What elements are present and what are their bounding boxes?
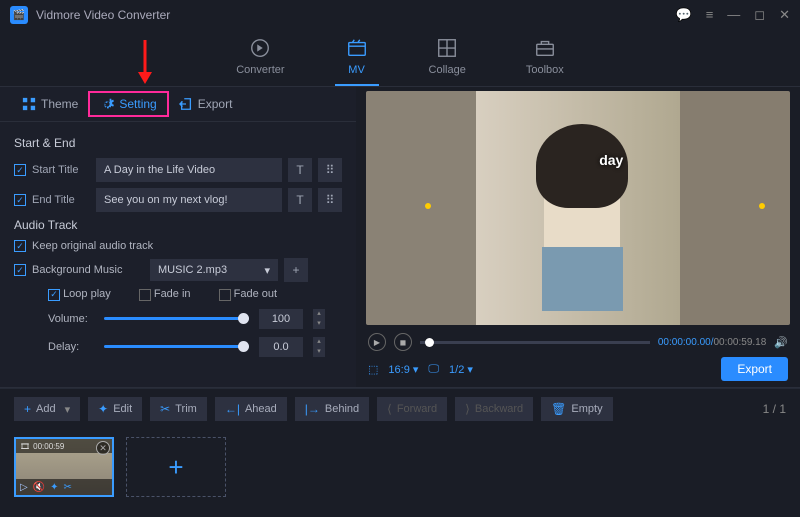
stop-button[interactable]: ◼ bbox=[394, 333, 412, 351]
start-title-checkbox[interactable]: ✓ bbox=[14, 164, 26, 176]
preview-panel: day ▶ ◼ 00:00:00.00/00:00:59.18 🔊 ⬚ 16:9… bbox=[356, 87, 800, 387]
delay-slider[interactable] bbox=[104, 345, 249, 348]
backward-button[interactable]: ⟩Backward bbox=[455, 397, 533, 421]
end-title-input[interactable] bbox=[96, 188, 282, 212]
theme-icon bbox=[22, 97, 36, 111]
tab-collage[interactable]: Collage bbox=[419, 36, 476, 86]
behind-icon: |→ bbox=[305, 402, 320, 416]
volume-up[interactable]: ▴ bbox=[313, 309, 325, 319]
export-button[interactable]: Export bbox=[721, 357, 788, 381]
volume-label: Volume: bbox=[48, 313, 94, 325]
clip-mute-icon[interactable]: 🔇 bbox=[33, 482, 45, 493]
delay-value[interactable]: 0.0 bbox=[259, 337, 303, 357]
expand-button-2[interactable]: ⠿ bbox=[318, 188, 342, 212]
add-button[interactable]: +Add▾ bbox=[14, 397, 80, 421]
expand-button[interactable]: ⠿ bbox=[318, 158, 342, 182]
main-tabs: Converter MV Collage Toolbox bbox=[0, 30, 800, 86]
app-title: Vidmore Video Converter bbox=[36, 8, 676, 22]
delay-down[interactable]: ▾ bbox=[313, 347, 325, 357]
plus-icon: + bbox=[24, 402, 31, 416]
collage-icon bbox=[435, 36, 459, 60]
font-button-2[interactable]: T bbox=[288, 188, 312, 212]
page-indicator: 1 / 1 bbox=[763, 402, 786, 416]
add-music-button[interactable]: + bbox=[284, 258, 308, 282]
clip-play-icon[interactable]: ▷ bbox=[20, 482, 28, 493]
wand-icon: ✦ bbox=[98, 402, 108, 416]
empty-button[interactable]: 🗑Empty bbox=[541, 397, 612, 421]
gear-icon bbox=[100, 97, 114, 111]
display-icon: 🖵 bbox=[428, 363, 439, 376]
subtab-setting[interactable]: Setting bbox=[88, 91, 168, 117]
fadein-checkbox[interactable]: ✓ bbox=[139, 289, 151, 301]
bgmusic-checkbox[interactable]: ✓ bbox=[14, 264, 26, 276]
tab-mv[interactable]: MV bbox=[335, 36, 379, 86]
toolbar: +Add▾ ✦Edit ✂Trim ←|Ahead |→Behind ⟨Forw… bbox=[0, 388, 800, 429]
aspect-icon: ⬚ bbox=[368, 363, 378, 376]
maximize-icon[interactable]: ◻ bbox=[754, 7, 765, 23]
trash-icon: 🗑 bbox=[551, 402, 566, 416]
preview-video[interactable]: day bbox=[366, 91, 790, 325]
zoom-select[interactable]: 1/2 ▾ bbox=[449, 363, 473, 376]
clip-thumbnail[interactable]: 🎞00:00:59 ✕ ▷ 🔇 ✦ ✂ bbox=[14, 437, 114, 497]
start-title-input[interactable] bbox=[96, 158, 282, 182]
subtab-export[interactable]: Export bbox=[169, 93, 243, 115]
overlay-text: day bbox=[599, 152, 623, 168]
clip-star-icon[interactable]: ✦ bbox=[50, 482, 58, 493]
fadeout-checkbox[interactable]: ✓ bbox=[219, 289, 231, 301]
tab-toolbox[interactable]: Toolbox bbox=[516, 36, 574, 86]
progress-bar[interactable] bbox=[420, 341, 650, 344]
menu-icon[interactable]: ≡ bbox=[706, 7, 714, 23]
trim-button[interactable]: ✂Trim bbox=[150, 397, 207, 421]
ahead-icon: ←| bbox=[225, 402, 240, 416]
end-title-label: End Title bbox=[32, 194, 90, 206]
add-clip-button[interactable]: + bbox=[126, 437, 226, 497]
loop-checkbox[interactable]: ✓ bbox=[48, 289, 60, 301]
export-icon bbox=[179, 97, 193, 111]
section-audio: Audio Track bbox=[14, 218, 342, 232]
scissors-icon: ✂ bbox=[160, 402, 170, 416]
mv-icon bbox=[345, 36, 369, 60]
play-button[interactable]: ▶ bbox=[368, 333, 386, 351]
toolbox-icon bbox=[533, 36, 557, 60]
converter-icon bbox=[248, 36, 272, 60]
backward-icon: ⟩ bbox=[465, 402, 470, 416]
bgmusic-select[interactable]: MUSIC 2.mp3 ▾ bbox=[150, 259, 278, 281]
volume-value[interactable]: 100 bbox=[259, 309, 303, 329]
aspect-select[interactable]: 16:9 ▾ bbox=[388, 363, 418, 376]
subtab-theme[interactable]: Theme bbox=[12, 93, 88, 115]
start-title-label: Start Title bbox=[32, 164, 90, 176]
bgmusic-label: Background Music bbox=[32, 264, 144, 276]
keep-audio-label: Keep original audio track bbox=[32, 240, 153, 252]
font-button[interactable]: T bbox=[288, 158, 312, 182]
clip-remove-button[interactable]: ✕ bbox=[96, 441, 110, 455]
delay-up[interactable]: ▴ bbox=[313, 337, 325, 347]
clip-trim-icon[interactable]: ✂ bbox=[64, 482, 72, 493]
chevron-down-icon: ▾ bbox=[264, 264, 270, 277]
time-display: 00:00:00.00/00:00:59.18 bbox=[658, 337, 766, 348]
volume-down[interactable]: ▾ bbox=[313, 319, 325, 329]
volume-slider[interactable] bbox=[104, 317, 249, 320]
end-title-checkbox[interactable]: ✓ bbox=[14, 194, 26, 206]
edit-button[interactable]: ✦Edit bbox=[88, 397, 142, 421]
forward-icon: ⟨ bbox=[387, 402, 392, 416]
titlebar: 🎬 Vidmore Video Converter 💬 ≡ — ◻ ✕ bbox=[0, 0, 800, 30]
keep-audio-checkbox[interactable]: ✓ bbox=[14, 240, 26, 252]
minimize-icon[interactable]: — bbox=[727, 7, 740, 23]
delay-label: Delay: bbox=[48, 341, 94, 353]
section-start-end: Start & End bbox=[14, 136, 342, 150]
ahead-button[interactable]: ←|Ahead bbox=[215, 397, 287, 421]
forward-button[interactable]: ⟨Forward bbox=[377, 397, 447, 421]
film-icon: 🎞 bbox=[20, 442, 30, 451]
feedback-icon[interactable]: 💬 bbox=[676, 7, 692, 23]
timeline: 🎞00:00:59 ✕ ▷ 🔇 ✦ ✂ + bbox=[0, 429, 800, 511]
volume-icon[interactable]: 🔊 bbox=[774, 336, 788, 349]
close-icon[interactable]: ✕ bbox=[779, 7, 790, 23]
app-logo: 🎬 bbox=[10, 6, 28, 24]
behind-button[interactable]: |→Behind bbox=[295, 397, 369, 421]
settings-panel: Theme Setting Export Start & End ✓ Start… bbox=[0, 87, 356, 387]
tab-converter[interactable]: Converter bbox=[226, 36, 294, 86]
